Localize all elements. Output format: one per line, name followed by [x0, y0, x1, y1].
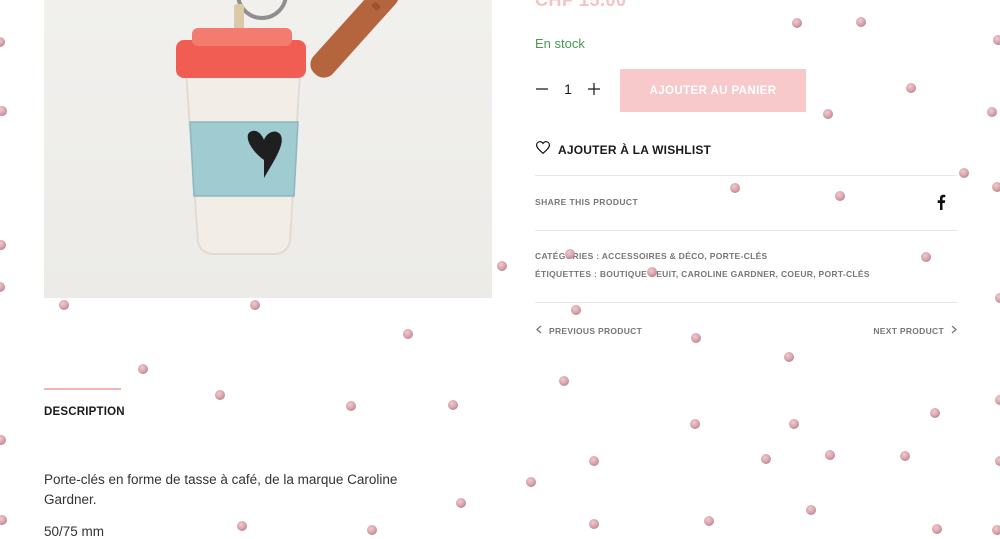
quantity-stepper[interactable]: 1 [533, 78, 603, 100]
confetti-dot [0, 282, 5, 292]
confetti-dot [792, 18, 802, 28]
tags: ÉTIQUETTES : BOUTIQUE DEUIT, CAROLINE GA… [535, 269, 870, 279]
confetti-dot [0, 435, 6, 445]
confetti-dot [250, 300, 260, 310]
tab-description[interactable]: DESCRIPTION [44, 406, 125, 418]
confetti-dot [806, 505, 816, 515]
confetti-dot [835, 191, 845, 201]
confetti-dot [589, 456, 599, 466]
confetti-dot [761, 454, 771, 464]
share-label: SHARE THIS PRODUCT [535, 197, 639, 207]
confetti-dot [900, 451, 910, 461]
wishlist-label: AJOUTER À LA WISHLIST [558, 143, 712, 157]
categories-label: CATÉGORIES : [535, 251, 600, 261]
confetti-dot [0, 37, 5, 47]
confetti-dot [730, 183, 740, 193]
divider [535, 175, 957, 176]
add-to-cart-button[interactable]: AJOUTER AU PANIER [620, 69, 806, 112]
confetti-dot [559, 376, 569, 386]
confetti-dot [704, 516, 714, 526]
confetti-dot [59, 300, 69, 310]
confetti-dot [237, 521, 247, 531]
leather-tab [310, 0, 399, 78]
previous-product-link[interactable]: PREVIOUS PRODUCT [536, 325, 642, 336]
next-product-label: NEXT PRODUCT [873, 325, 944, 336]
confetti-dot [995, 293, 1000, 303]
minus-icon[interactable] [533, 80, 551, 98]
confetti-dot [789, 419, 799, 429]
confetti-dot [571, 305, 581, 315]
confetti-dot [346, 401, 356, 411]
confetti-dot [690, 419, 700, 429]
confetti-dot [823, 109, 833, 119]
divider [535, 230, 957, 231]
wishlist-link[interactable]: AJOUTER À LA WISHLIST [535, 141, 712, 159]
confetti-dot [992, 525, 1000, 535]
previous-product-label: PREVIOUS PRODUCT [549, 325, 643, 336]
confetti-dot [784, 352, 794, 362]
confetti-dot [526, 477, 536, 487]
confetti-dot [0, 515, 7, 525]
confetti-dot [825, 450, 835, 460]
tab-active-indicator [44, 388, 121, 390]
keyring [236, 0, 288, 20]
categories: CATÉGORIES : ACCESSOIRES & DÉCO, PORTE-C… [535, 251, 768, 261]
confetti-dot [0, 240, 6, 250]
confetti-dot [0, 106, 7, 116]
categories-value[interactable]: ACCESSOIRES & DÉCO, PORTE-CLÉS [602, 251, 768, 261]
stock-status: En stock [535, 36, 585, 51]
plus-icon[interactable] [585, 80, 603, 98]
tags-label: ÉTIQUETTES : [535, 269, 598, 279]
description-text: Porte-clés en forme de tasse à café, de … [44, 472, 398, 507]
confetti-dot [992, 182, 1000, 192]
confetti-dot [497, 261, 507, 271]
confetti-dot [987, 107, 997, 117]
confetti-dot [691, 333, 701, 343]
cup-sleeve [189, 121, 299, 197]
next-product-link[interactable]: NEXT PRODUCT [873, 325, 957, 336]
confetti-dot [932, 524, 942, 534]
confetti-dot [959, 168, 969, 178]
confetti-dot [138, 364, 148, 374]
confetti-dot [456, 498, 466, 508]
tags-value[interactable]: BOUTIQUE DEUIT, CAROLINE GARDNER, COEUR,… [600, 269, 870, 279]
confetti-dot [921, 252, 931, 262]
confetti-dot [993, 35, 1000, 45]
confetti-dot [930, 408, 940, 418]
chevron-right-icon [951, 325, 957, 336]
confetti-dot [367, 525, 377, 535]
divider [535, 302, 957, 303]
facebook-icon[interactable] [936, 194, 946, 210]
confetti-dot [215, 390, 225, 400]
confetti-dot [856, 17, 866, 27]
heart-outline-icon [535, 141, 551, 159]
confetti-dot [589, 519, 599, 529]
confetti-dot [906, 83, 916, 93]
product-image [44, 0, 492, 298]
confetti-dot [448, 400, 458, 410]
quantity-value[interactable]: 1 [551, 81, 585, 97]
confetti-dot [403, 329, 413, 339]
confetti-dot [995, 395, 1000, 405]
product-price: CHF 15.00 [535, 0, 627, 10]
chevron-left-icon [536, 325, 542, 336]
confetti-dot [995, 456, 1000, 466]
